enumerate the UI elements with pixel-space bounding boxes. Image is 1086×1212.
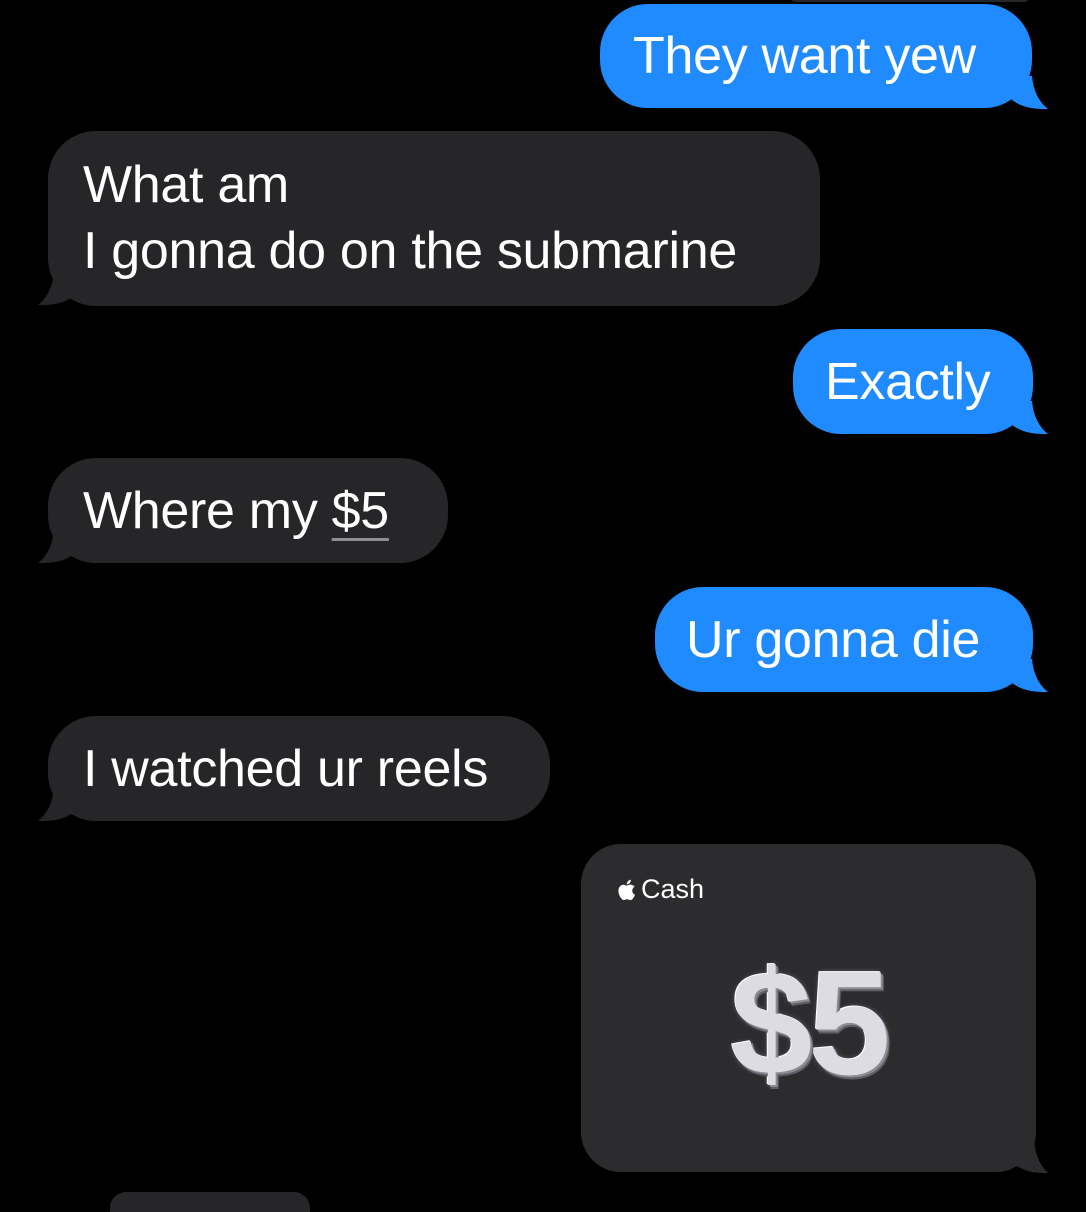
bubble-tail-sent [1010, 76, 1048, 110]
next-message-edge [110, 1192, 310, 1212]
bubble-tail-received [38, 272, 76, 306]
bubble-tail-sent [1010, 401, 1048, 435]
message-bubble-sent[interactable]: Ur gonna die [655, 587, 1033, 692]
previous-message-edge [790, 0, 1030, 2]
bubble-tail-sent [1010, 659, 1048, 693]
apple-cash-brand: Cash [617, 874, 704, 905]
apple-cash-payment-card[interactable]: Cash $5 [581, 844, 1036, 1172]
message-text: I watched ur reels [83, 740, 489, 798]
message-text: Where my [83, 482, 332, 540]
bubble-tail-sent [1012, 1140, 1048, 1174]
message-text: Ur gonna die [686, 611, 981, 669]
message-bubble-received[interactable]: Where my $5 [48, 458, 448, 563]
payment-amount: $5 [730, 941, 891, 1106]
message-bubble-sent[interactable]: Exactly [793, 329, 1033, 434]
message-bubble-received[interactable]: I watched ur reels [48, 716, 550, 821]
bubble-tail-received [38, 530, 76, 564]
message-text-line: What am [83, 156, 289, 214]
apple-logo-icon [618, 879, 635, 900]
message-text: They want yew [633, 27, 976, 85]
message-text-line: I gonna do on the submarine [83, 222, 737, 280]
message-text: Exactly [825, 353, 991, 411]
apple-cash-label: Cash [641, 874, 705, 904]
message-bubble-sent[interactable]: They want yew [600, 4, 1032, 108]
bubble-tail-received [38, 788, 76, 822]
amount-link[interactable]: $5 [332, 482, 390, 540]
message-bubble-received[interactable]: What am I gonna do on the submarine [48, 131, 820, 306]
